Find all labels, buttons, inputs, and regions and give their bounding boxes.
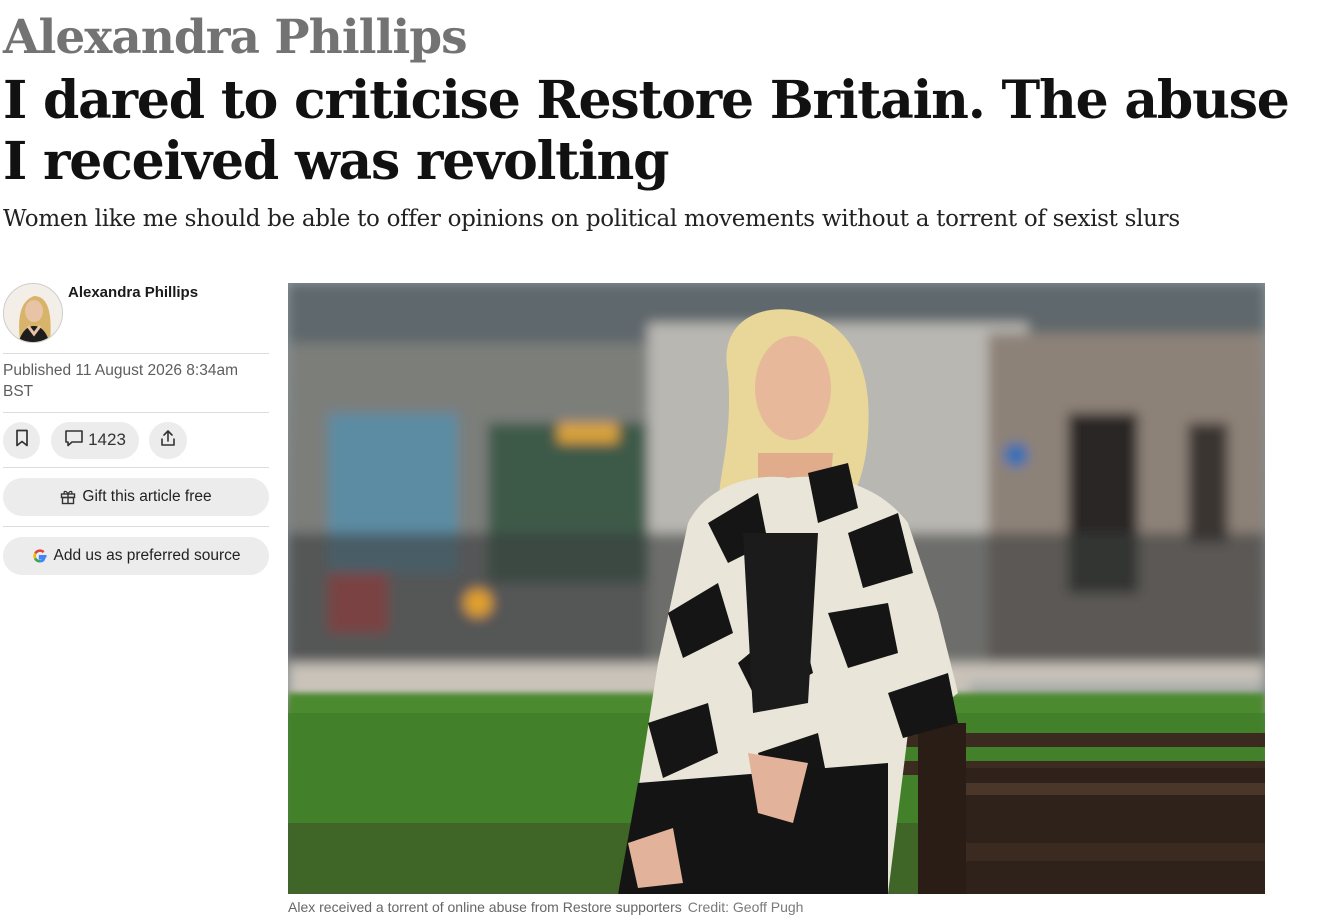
article-sidebar: Alexandra Phillips Published 11 August 2… [3, 283, 269, 575]
caption-text: Alex received a torrent of online abuse … [288, 899, 682, 915]
columnist-kicker[interactable]: Alexandra Phillips [3, 8, 468, 68]
image-caption: Alex received a torrent of online abuse … [288, 899, 803, 915]
article-actions: 1423 [3, 413, 269, 467]
bookmark-icon [15, 429, 29, 452]
comment-icon [64, 429, 84, 452]
published-date: Published 11 August 2026 8:34am BST [3, 362, 238, 400]
gift-icon [60, 489, 76, 505]
comments-button[interactable]: 1423 [51, 421, 139, 459]
preferred-source-label: Add us as preferred source [53, 547, 241, 564]
bookmark-button[interactable] [3, 421, 40, 459]
google-icon [32, 548, 48, 564]
article-standfirst: Women like me should be able to offer op… [3, 206, 1180, 232]
comment-count: 1423 [88, 430, 126, 449]
preferred-source-button[interactable]: Add us as preferred source [3, 537, 269, 575]
gift-article-label: Gift this article free [82, 488, 212, 505]
article-main-image[interactable] [288, 283, 1265, 894]
photo-credit: Credit: Geoff Pugh [687, 899, 804, 915]
share-button[interactable] [149, 421, 187, 459]
gift-article-button[interactable]: Gift this article free [3, 478, 269, 516]
author-row: Alexandra Phillips [3, 283, 269, 353]
share-icon [159, 429, 177, 452]
author-name[interactable]: Alexandra Phillips [68, 284, 198, 301]
author-avatar[interactable] [3, 283, 63, 343]
article-headline: I dared to criticise Restore Britain. Th… [3, 70, 1290, 192]
